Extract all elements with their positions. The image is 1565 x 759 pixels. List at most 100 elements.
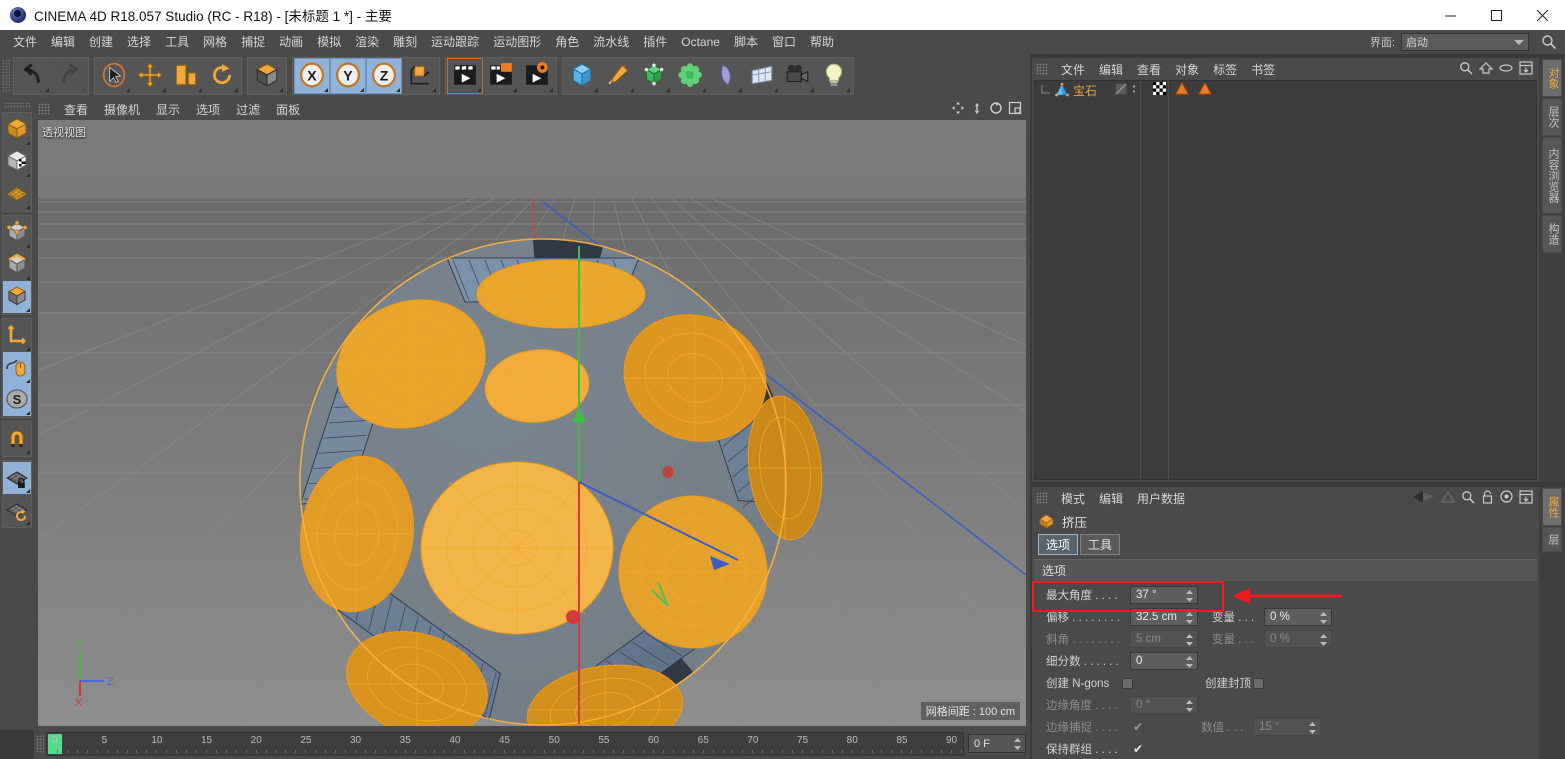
back-arrow-icon[interactable] [1413,490,1435,506]
search-icon[interactable] [1461,490,1475,507]
phong-tag-icon[interactable] [1198,81,1212,98]
more-options-corner-icon[interactable] [26,347,30,351]
timeline-grip[interactable] [36,735,44,753]
timeline-track[interactable]: 0 5 10 15 20 25 30 35 40 45 50 55 60 65 70 75 80 85 90 [46,732,992,756]
menu-item-15[interactable]: 流水线 [586,32,636,52]
add-environment-button[interactable] [744,58,780,94]
more-options-corner-icon[interactable] [234,88,238,92]
points-mode-button[interactable] [3,217,31,249]
menu-item-20[interactable]: 帮助 [803,32,841,52]
side-tab-构造[interactable]: 构造 [1542,215,1562,253]
move-viewport-icon[interactable] [951,101,965,118]
axis-mode-button[interactable] [3,320,31,352]
object-manager-menu-5[interactable]: 标签 [1206,59,1244,80]
toggle-checkmark-icon[interactable]: ✔ [1133,742,1143,756]
add-generator-button[interactable] [636,58,672,94]
attribute-manager-menu-3[interactable]: 用户数据 [1130,488,1192,509]
menu-item-7[interactable]: 捕捉 [234,32,272,52]
viewport-menu-6[interactable]: 面板 [268,99,308,120]
viewport-solo-button[interactable] [3,178,31,210]
attribute-manager-grip[interactable] [1036,492,1048,504]
spinner-icon[interactable] [1320,612,1327,627]
undo-button[interactable] [15,58,51,94]
object-manager-menu-3[interactable]: 查看 [1130,59,1168,80]
more-options-corner-icon[interactable] [26,411,30,415]
attribute-tab-2[interactable]: 工具 [1080,534,1121,555]
more-options-corner-icon[interactable] [279,88,283,92]
viewport-menu-4[interactable]: 选项 [188,99,228,120]
viewport-grip[interactable] [38,103,50,115]
side-tab-属性[interactable]: 属性 [1542,488,1562,526]
more-options-corner-icon[interactable] [432,88,436,92]
object-manager-menu-6[interactable]: 书签 [1244,59,1282,80]
spinner-icon[interactable] [1014,738,1021,753]
attribute-manager-menu-2[interactable]: 编辑 [1092,488,1130,509]
snap-button[interactable] [3,423,31,455]
polygons-mode-button[interactable] [3,281,31,313]
menu-item-10[interactable]: 渲染 [348,32,386,52]
field-input[interactable]: 37 ° [1130,586,1198,604]
more-options-corner-icon[interactable] [774,88,778,92]
more-options-corner-icon[interactable] [549,88,553,92]
side-tab-层次[interactable]: 层次 [1542,98,1562,136]
field-input[interactable]: 5 cm [1130,630,1198,648]
more-options-corner-icon[interactable] [26,308,30,312]
menu-item-5[interactable]: 工具 [158,32,196,52]
viewport-canvas[interactable]: 透视视图 网格间距: 100 cm Y Z X [38,120,1026,726]
lock-y-axis[interactable]: Y [330,58,366,94]
object-manager-menu-2[interactable]: 编辑 [1092,59,1130,80]
more-options-corner-icon[interactable] [26,521,30,525]
create-ngons-checkbox[interactable] [1122,677,1133,689]
more-options-corner-icon[interactable] [81,88,85,92]
side-tab-层[interactable]: 层 [1542,527,1562,552]
side-tab-内容浏览器[interactable]: 内容浏览器 [1542,137,1562,214]
world-object-toggle[interactable] [249,58,285,94]
lock-z-axis[interactable]: Z [366,58,402,94]
spinner-icon[interactable] [1186,634,1193,649]
more-options-corner-icon[interactable] [396,88,400,92]
attribute-manager-menu-1[interactable]: 模式 [1054,488,1092,509]
lock-x-axis[interactable]: X [294,58,330,94]
menu-item-19[interactable]: 窗口 [765,32,803,52]
more-options-corner-icon[interactable] [26,276,30,280]
menu-item-17[interactable]: Octane [674,32,727,52]
object-axis-toggle[interactable] [402,58,438,94]
field-input-secondary[interactable]: 0 % [1264,630,1332,648]
more-options-corner-icon[interactable] [630,88,634,92]
object-manager-menu-4[interactable]: 对象 [1168,59,1206,80]
add-spline-button[interactable] [600,58,636,94]
more-options-corner-icon[interactable] [594,88,598,92]
more-options-corner-icon[interactable] [846,88,850,92]
more-options-corner-icon[interactable] [26,244,30,248]
layout-icon[interactable] [1519,60,1533,78]
field-input-secondary[interactable]: 0 % [1264,608,1332,626]
workplane-rotate-button[interactable] [3,494,31,526]
gemstone-object-icon[interactable] [1055,83,1069,97]
ellipse-icon[interactable] [1499,61,1513,78]
viewport-menu-5[interactable]: 过滤 [228,99,268,120]
scale-tool[interactable] [168,58,204,94]
spinner-icon[interactable] [1309,722,1317,737]
soft-selection-button[interactable]: S [3,384,31,416]
menu-item-9[interactable]: 模拟 [310,32,348,52]
menu-item-11[interactable]: 雕刻 [386,32,424,52]
more-options-corner-icon[interactable] [513,88,517,92]
menu-item-3[interactable]: 创建 [82,32,120,52]
search-icon[interactable] [1459,61,1473,78]
more-options-corner-icon[interactable] [477,88,481,92]
spinner-icon[interactable] [1186,656,1193,671]
render-view-button[interactable] [447,58,483,94]
object-visibility-icon[interactable] [1115,82,1128,98]
render-to-picture-viewer-button[interactable] [483,58,519,94]
enable-tweak-button[interactable] [3,352,31,384]
create-caps-checkbox[interactable] [1253,677,1264,689]
menu-item-2[interactable]: 编辑 [44,32,82,52]
menu-item-18[interactable]: 脚本 [727,32,765,52]
texture-mode-button[interactable] [3,146,31,178]
spinner-icon[interactable] [1186,612,1193,627]
checker-tag-icon[interactable] [1153,82,1167,98]
redo-button[interactable] [51,58,87,94]
move-tool[interactable] [132,58,168,94]
field-input[interactable]: 32.5 cm [1130,608,1198,626]
more-options-corner-icon[interactable] [26,205,30,209]
